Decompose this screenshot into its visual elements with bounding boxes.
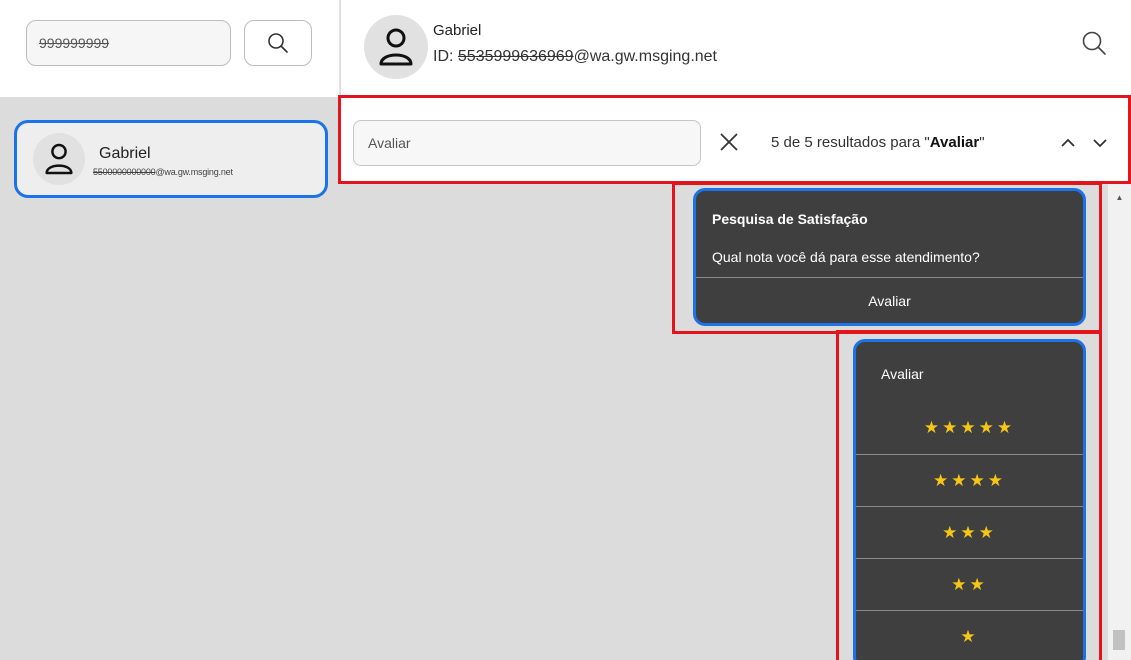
contact-search-panel: 999999999	[0, 0, 340, 97]
search-icon	[268, 33, 288, 53]
contact-list-id: 5500000000000@wa.gw.msging.net	[93, 167, 233, 177]
find-results-term: Avaliar	[929, 134, 980, 151]
header-search-button[interactable]	[1077, 26, 1111, 60]
survey-message: Pesquisa de Satisfação Qual nota você dá…	[693, 188, 1086, 326]
contact-search-button[interactable]	[244, 20, 312, 66]
rating-list-title: Avaliar	[881, 366, 924, 382]
rating-option-4-stars[interactable]: ★★★★	[856, 454, 1083, 506]
find-input[interactable]	[353, 120, 701, 166]
rating-option-5-stars[interactable]: ★★★★★	[856, 402, 1083, 454]
avatar	[364, 15, 428, 79]
star-icon: ★★★★	[933, 470, 1006, 490]
user-icon	[45, 143, 73, 175]
rating-list-message: Avaliar ★★★★★ ★★★★ ★★★ ★★ ★	[853, 339, 1086, 660]
find-results-suffix: "	[979, 134, 985, 151]
star-icon: ★★★★★	[923, 418, 1016, 437]
find-close-button[interactable]	[715, 128, 743, 156]
contact-id-number: 5535999636969	[457, 48, 574, 65]
rating-option-3-stars[interactable]: ★★★	[856, 506, 1083, 558]
chevron-up-icon	[1061, 138, 1075, 147]
contact-id: ID: 5535999636969@wa.gw.msging.net	[433, 48, 717, 66]
close-icon	[720, 133, 738, 151]
contact-list-name: Gabriel	[99, 145, 151, 162]
scroll-thumb[interactable]	[1113, 630, 1125, 650]
star-icon: ★	[960, 626, 979, 646]
survey-title: Pesquisa de Satisfação	[712, 211, 868, 227]
find-in-chat-bar: 5 de 5 resultados para "Avaliar"	[338, 95, 1131, 184]
contact-name: Gabriel	[433, 22, 482, 39]
user-icon	[379, 28, 413, 66]
rating-option-1-star[interactable]: ★	[856, 610, 1083, 660]
rating-option-2-stars[interactable]: ★★	[856, 558, 1083, 610]
survey-question: Qual nota você dá para esse atendimento?	[712, 249, 980, 265]
find-results-prefix: 5 de 5 resultados para "	[771, 134, 930, 151]
chat-scrollbar[interactable]: ▲	[1108, 184, 1131, 660]
avatar	[33, 133, 85, 185]
contact-list-id-domain: @wa.gw.msging.net	[155, 167, 233, 177]
chevron-down-icon	[1093, 139, 1107, 148]
contact-id-domain: @wa.gw.msging.net	[573, 48, 717, 65]
scroll-up-arrow-icon[interactable]: ▲	[1108, 190, 1131, 204]
find-results-count: 5 de 5 resultados para "Avaliar"	[771, 134, 985, 151]
contact-list-item[interactable]: Gabriel 5500000000000@wa.gw.msging.net	[14, 120, 328, 198]
survey-rate-button[interactable]: Avaliar	[696, 278, 1083, 323]
find-next-button[interactable]	[1087, 130, 1113, 156]
chat-header: Gabriel ID: 5535999636969@wa.gw.msging.n…	[341, 0, 1131, 97]
find-previous-button[interactable]	[1055, 130, 1081, 156]
search-icon	[1082, 31, 1106, 55]
star-icon: ★★	[951, 574, 988, 594]
phone-search-input[interactable]: 999999999	[26, 20, 231, 66]
contact-list-id-number: 5500000000000	[93, 167, 156, 177]
phone-search-value: 999999999	[39, 35, 110, 51]
contact-id-prefix: ID:	[433, 48, 458, 65]
star-icon: ★★★	[942, 522, 997, 542]
